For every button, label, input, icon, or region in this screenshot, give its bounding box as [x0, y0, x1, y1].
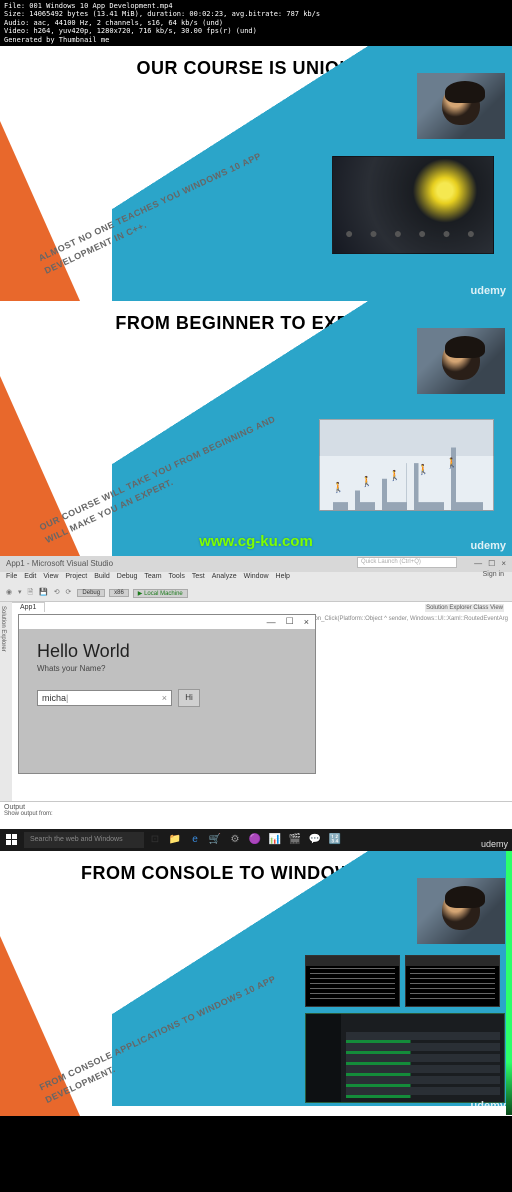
- slide-console-windows: FROM CONSOLE TO WINDOWS APPS FROM CONSOL…: [0, 851, 512, 1116]
- watermark-url: www.cg-ku.com: [199, 533, 313, 550]
- app-icon[interactable]: 🔢: [326, 831, 344, 849]
- platform-dropdown[interactable]: x86: [109, 589, 129, 597]
- menu-analyze[interactable]: Analyze: [212, 573, 237, 585]
- output-show-from: Show output from:: [4, 811, 508, 817]
- app-minimize-icon[interactable]: —: [267, 617, 276, 627]
- file-line: Audio: aac, 44100 Hz, 2 channels, s16, 6…: [4, 19, 508, 27]
- green-progress-bar: [506, 851, 512, 1115]
- left-gutter[interactable]: Solution Explorer: [0, 602, 12, 802]
- menu-test[interactable]: Test: [192, 573, 205, 585]
- taskbar-search[interactable]: Search the web and Windows: [24, 832, 144, 848]
- console-window: [405, 955, 500, 1007]
- file-line: Generated by Thumbnail me: [4, 36, 508, 44]
- presenter-webcam: [416, 327, 506, 395]
- editor-tab[interactable]: App1: [12, 602, 45, 612]
- vs-menubar[interactable]: File Edit View Project Build Debug Team …: [0, 572, 512, 586]
- store-icon[interactable]: 🛒: [206, 831, 224, 849]
- console-window: [305, 955, 400, 1007]
- slide-beginner-expert: FROM BEGINNER TO EXPERT OUR COURSE WILL …: [0, 301, 512, 556]
- file-line: Video: h264, yuv420p, 1280x720, 716 kb/s…: [4, 27, 508, 35]
- app-body: Hello World Whats your Name? micha| × Hi: [19, 629, 315, 719]
- taskview-icon[interactable]: ⊡: [146, 831, 164, 849]
- vs-toolbar[interactable]: ◉ ▾ 🗎 💾 ⟲ ⟳ Debug x86 ▶ Local Machine: [0, 586, 512, 602]
- presenter-webcam: [416, 877, 506, 945]
- close-icon[interactable]: ×: [501, 559, 506, 568]
- menu-team[interactable]: Team: [144, 573, 161, 585]
- slide-unique: OUR COURSE IS UNIQUE ALMOST NO ONE TEACH…: [0, 46, 512, 301]
- windows-taskbar[interactable]: Search the web and Windows ⊡ 📁 e 🛒 ⚙ 🟣 📊…: [0, 829, 512, 851]
- running-app-window: — ☐ × Hello World Whats your Name? micha…: [18, 614, 316, 774]
- text-cursor-icon: |: [66, 693, 68, 703]
- vs-editor-area: App1 Solution Explorer Class View Button…: [0, 602, 512, 802]
- udemy-logo: udemy: [481, 839, 508, 849]
- toolbar-icons[interactable]: ◉ ▾ 🗎 💾 ⟲ ⟳: [6, 588, 73, 599]
- file-line: File: 001 Windows 10 App Development.mp4: [4, 2, 508, 10]
- app-titlebar: — ☐ ×: [19, 615, 315, 629]
- vs-titlebar: App1 - Microsoft Visual Studio Quick Lau…: [0, 556, 512, 572]
- console-windows-preview: [305, 955, 510, 1103]
- menu-help[interactable]: Help: [276, 573, 290, 585]
- udemy-logo: udemy: [471, 1100, 506, 1112]
- edge-icon[interactable]: e: [186, 831, 204, 849]
- visual-studio-screenshot: App1 - Microsoft Visual Studio Quick Lau…: [0, 556, 512, 851]
- side-panel-tabs[interactable]: Solution Explorer Class View: [425, 604, 504, 612]
- file-info-overlay: File: 001 Windows 10 App Development.mp4…: [0, 0, 512, 46]
- menu-debug[interactable]: Debug: [117, 573, 138, 585]
- app-icon[interactable]: 🎬: [286, 831, 304, 849]
- hi-button[interactable]: Hi: [178, 689, 200, 707]
- sign-in-link[interactable]: Sign in: [483, 571, 504, 578]
- clear-input-icon[interactable]: ×: [162, 693, 167, 703]
- explorer-icon[interactable]: 📁: [166, 831, 184, 849]
- udemy-logo: udemy: [471, 285, 506, 297]
- app-close-icon[interactable]: ×: [304, 617, 309, 627]
- growth-steps-image: [319, 419, 494, 511]
- settings-icon[interactable]: ⚙: [226, 831, 244, 849]
- run-button[interactable]: ▶ Local Machine: [133, 589, 188, 598]
- app-icon[interactable]: 📊: [266, 831, 284, 849]
- menu-edit[interactable]: Edit: [24, 573, 36, 585]
- menu-tools[interactable]: Tools: [169, 573, 185, 585]
- menu-window[interactable]: Window: [244, 573, 269, 585]
- name-input[interactable]: micha| ×: [37, 690, 172, 706]
- windows-app-preview: [305, 1013, 505, 1103]
- app-heading: Hello World: [37, 641, 297, 662]
- output-label: Output: [4, 804, 508, 811]
- app-icon[interactable]: 💬: [306, 831, 324, 849]
- app-sublabel: Whats your Name?: [37, 664, 297, 673]
- menu-build[interactable]: Build: [94, 573, 110, 585]
- menu-file[interactable]: File: [6, 573, 17, 585]
- presenter-webcam: [416, 72, 506, 140]
- menu-view[interactable]: View: [43, 573, 58, 585]
- windows-logo-icon: [6, 834, 18, 846]
- quick-launch-input[interactable]: Quick Launch (Ctrl+Q): [357, 557, 457, 568]
- menu-project[interactable]: Project: [65, 573, 87, 585]
- start-button[interactable]: [2, 831, 22, 849]
- maximize-icon[interactable]: ☐: [488, 559, 495, 568]
- minimize-icon[interactable]: —: [474, 559, 482, 568]
- lightbulb-image: [332, 156, 494, 254]
- vs-icon[interactable]: 🟣: [246, 831, 264, 849]
- bg-triangle-orange: [0, 121, 80, 301]
- udemy-logo: udemy: [471, 540, 506, 552]
- app-maximize-icon[interactable]: ☐: [286, 616, 294, 627]
- file-line: Size: 14065492 bytes (13.41 MiB), durati…: [4, 10, 508, 18]
- vs-title-text: App1 - Microsoft Visual Studio: [6, 559, 113, 568]
- config-dropdown[interactable]: Debug: [77, 589, 105, 597]
- code-line: Button_Click(Platform::Object ^ sender, …: [304, 616, 508, 622]
